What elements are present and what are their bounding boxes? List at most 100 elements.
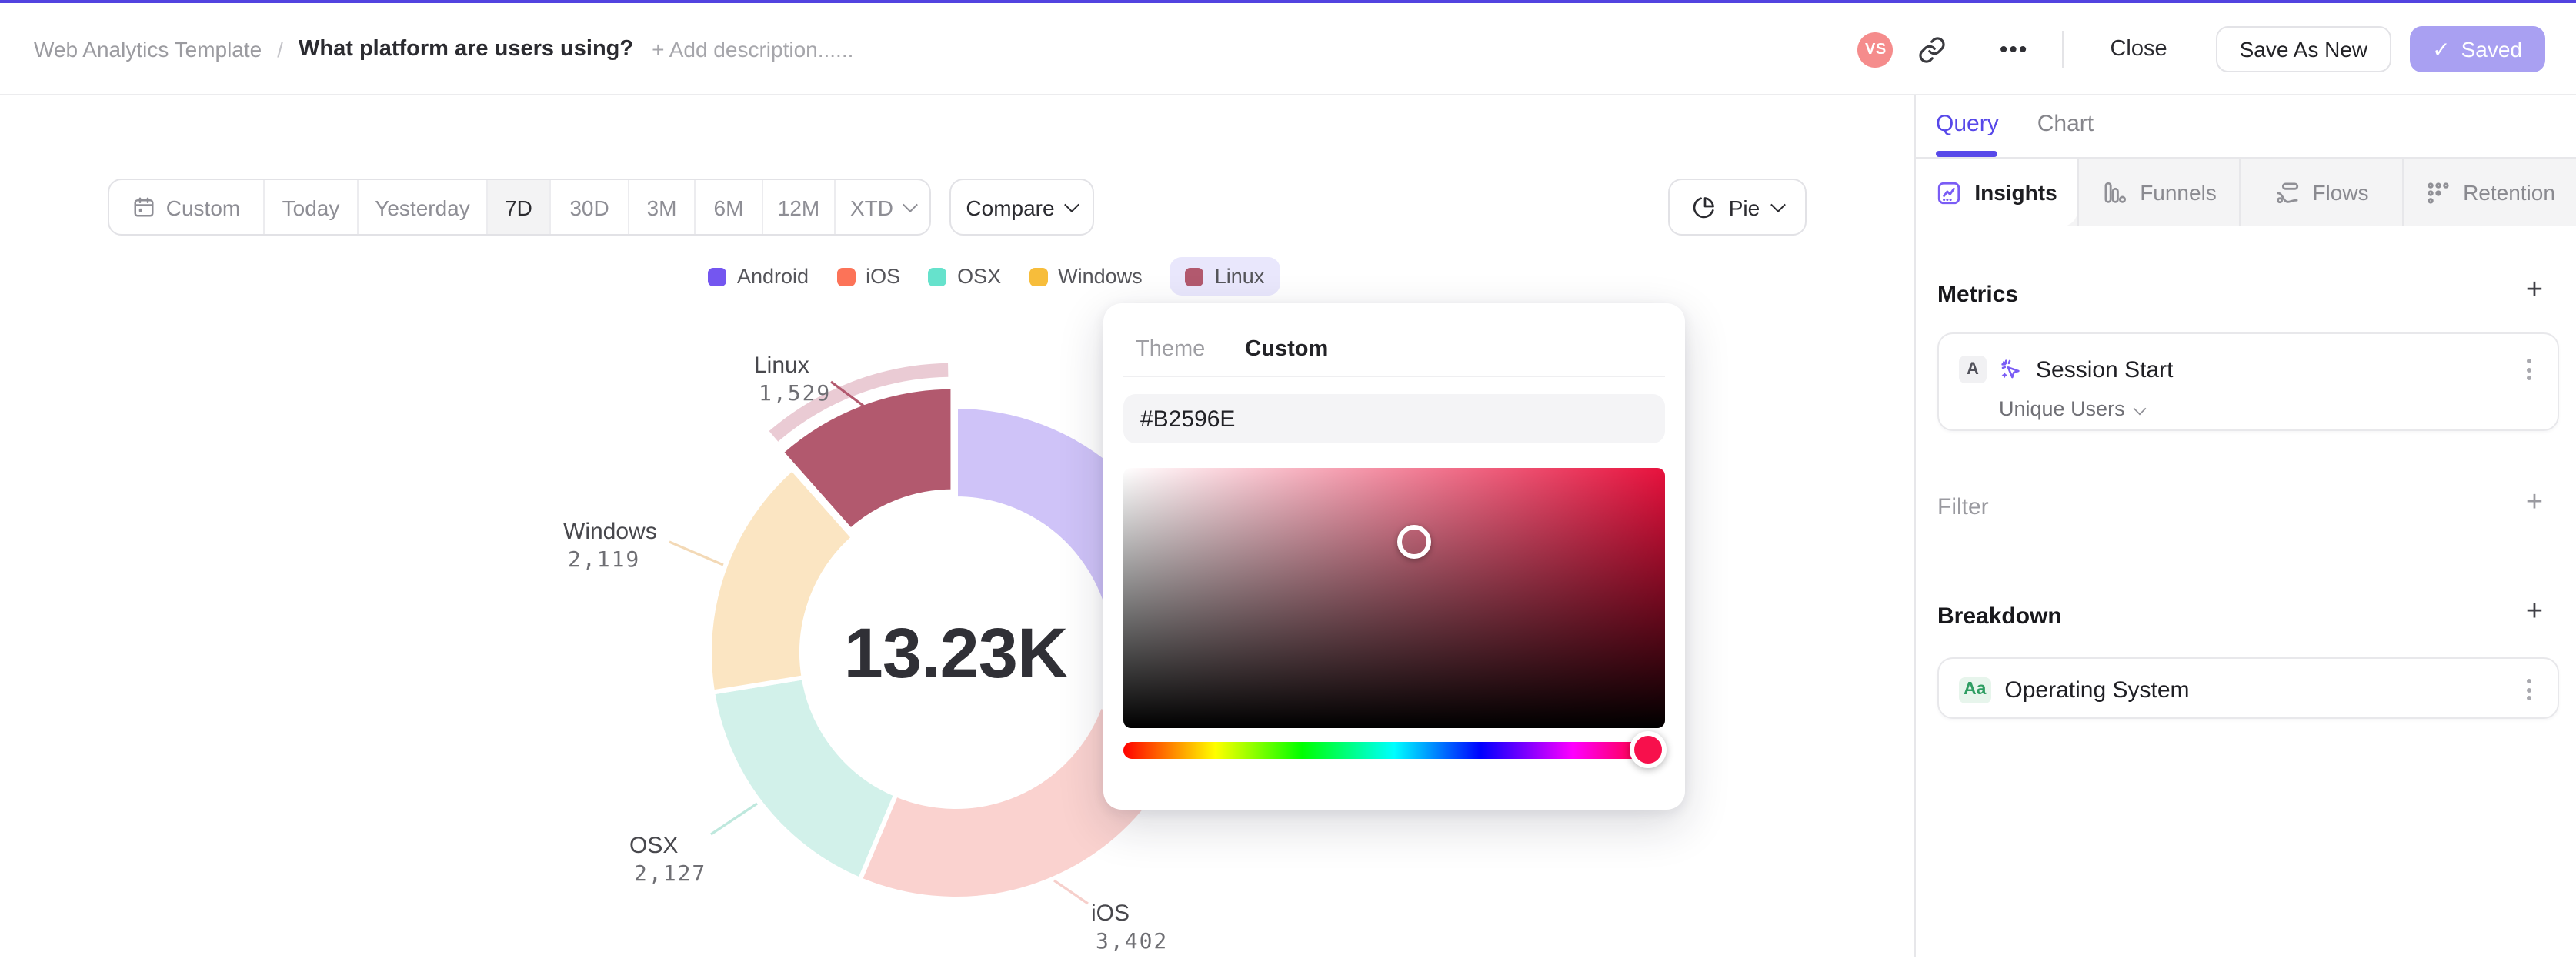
date-range-3m[interactable]: 3M [629,180,696,234]
legend-label: Android [737,265,809,288]
breakdown-property-name: Operating System [2004,677,2190,703]
breadcrumb-separator: / [277,37,284,62]
metric-card[interactable]: A Session Start Unique Users [1937,332,2559,431]
chevron-down-icon [902,197,917,213]
saturation-gradient-area[interactable] [1123,468,1665,728]
close-button[interactable]: Close [2097,28,2179,71]
compare-label: Compare [966,195,1055,219]
share-link-icon[interactable] [1918,35,1947,64]
legend-item-windows[interactable]: Windows [1029,257,1143,296]
calendar-icon [134,197,154,217]
legend-item-ios[interactable]: iOS [836,257,900,296]
legend-swatch [708,267,726,286]
chart-type-label: Pie [1728,195,1760,219]
save-as-new-button[interactable]: Save As New [2216,26,2391,72]
breakdown-card[interactable]: Aa Operating System [1937,657,2559,719]
legend-item-android[interactable]: Android [708,257,809,296]
date-range-custom[interactable]: Custom [109,180,265,234]
color-picker-popover: Theme Custom [1103,303,1685,810]
slice-label-osx: OSX 2,127 [629,833,707,887]
tab-label: Flows [2312,180,2369,205]
tab-query[interactable]: Query [1936,111,1999,137]
leader-line-windows [669,540,724,566]
tab-label: Insights [1974,180,2057,205]
tab-custom[interactable]: Custom [1245,337,1328,362]
date-range-12m[interactable]: 12M [763,180,836,234]
workspace: Custom Today Yesterday 7D 30D 3M 6M 12M … [0,95,2576,957]
event-icon [2001,359,2020,379]
legend-swatch [1185,267,1204,286]
funnels-icon [2104,181,2126,202]
avatar[interactable]: VS [1857,32,1894,67]
pie-chart-icon [1693,196,1715,218]
header-divider [2062,31,2064,68]
tab-flows[interactable]: Flows [2239,159,2402,226]
query-sidebar: Query Chart Insights Funnels Flows Reten… [1914,95,2576,957]
tab-insights[interactable]: Insights [1916,159,2077,226]
saturation-cursor[interactable] [1397,525,1431,559]
slice-label-linux: Linux 1,529 [754,353,832,406]
metric-event-name: Session Start [2036,356,2174,383]
add-metric-button[interactable]: + [2518,274,2551,308]
leader-line-ios [1053,879,1089,905]
active-tab-underline [1936,151,1997,156]
breakdown-heading: Breakdown [1937,603,2062,630]
hue-slider[interactable] [1123,731,1667,768]
legend-swatch [836,267,856,286]
header-actions: VS ••• Close Save As New ✓ Saved [1857,3,2545,95]
date-range-xtd-label: XTD [850,195,893,219]
date-range-yesterday[interactable]: Yesterday [359,180,488,234]
leader-line-osx [710,802,758,836]
app-window: Web Analytics Template / What platform a… [0,0,2576,959]
top-header: Web Analytics Template / What platform a… [0,0,2576,95]
metric-menu-icon[interactable] [2521,353,2538,386]
leader-line-linux [830,380,867,409]
legend-label: Windows [1058,265,1143,288]
tab-chart[interactable]: Chart [2037,111,2094,137]
breakdown-menu-icon[interactable] [2521,673,2538,707]
legend-item-osx[interactable]: OSX [928,257,1001,296]
legend-item-linux[interactable]: Linux [1170,257,1280,296]
chevron-down-icon [1770,197,1786,213]
tab-retention[interactable]: Retention [2402,159,2576,226]
date-range-xtd[interactable]: XTD [836,180,929,234]
retention-icon [2427,182,2448,203]
picker-divider [1123,376,1665,377]
tab-funnels[interactable]: Funnels [2077,159,2239,226]
date-range-today[interactable]: Today [265,180,359,234]
insight-type-tabs: Insights Funnels Flows Retention [1916,159,2576,226]
series-badge: A [1959,356,1987,383]
tab-theme[interactable]: Theme [1136,337,1205,362]
legend-swatch [1029,267,1048,286]
date-range-custom-label: Custom [165,195,241,219]
add-filter-button[interactable]: + [2518,486,2551,520]
insights-icon [1938,181,1960,204]
property-type-badge: Aa [1959,677,1991,703]
slice-label-windows: Windows 2,119 [563,519,657,573]
aggregation-label: Unique Users [1999,397,2125,420]
add-description-button[interactable]: + Add description...... [652,37,853,62]
compare-button[interactable]: Compare [949,179,1094,236]
flows-icon [2276,182,2298,203]
chart-panel: Custom Today Yesterday 7D 30D 3M 6M 12M … [0,95,1914,957]
date-range-6m[interactable]: 6M [696,180,763,234]
hex-color-input[interactable] [1123,394,1665,443]
page-title[interactable]: What platform are users using? [299,37,633,62]
more-menu-icon[interactable]: ••• [2000,36,2029,62]
chart-type-button[interactable]: Pie [1668,179,1807,236]
add-breakdown-button[interactable]: + [2518,596,2551,630]
saved-button[interactable]: ✓ Saved [2409,26,2545,72]
donut-slice-osx[interactable] [709,674,899,883]
date-range-30d[interactable]: 30D [551,180,629,234]
chevron-down-icon [1064,197,1080,213]
hue-slider-knob[interactable] [1630,731,1667,768]
date-range-control: Custom Today Yesterday 7D 30D 3M 6M 12M … [108,179,931,236]
legend-swatch [928,267,947,286]
filter-heading: Filter [1937,494,1989,520]
legend-label: OSX [957,265,1002,288]
tab-label: Retention [2463,180,2555,205]
metric-aggregation-dropdown[interactable]: Unique Users [1939,386,2558,420]
date-range-7d[interactable]: 7D [488,180,551,234]
breadcrumb-root[interactable]: Web Analytics Template [34,37,262,62]
legend-label: Linux [1214,265,1265,288]
